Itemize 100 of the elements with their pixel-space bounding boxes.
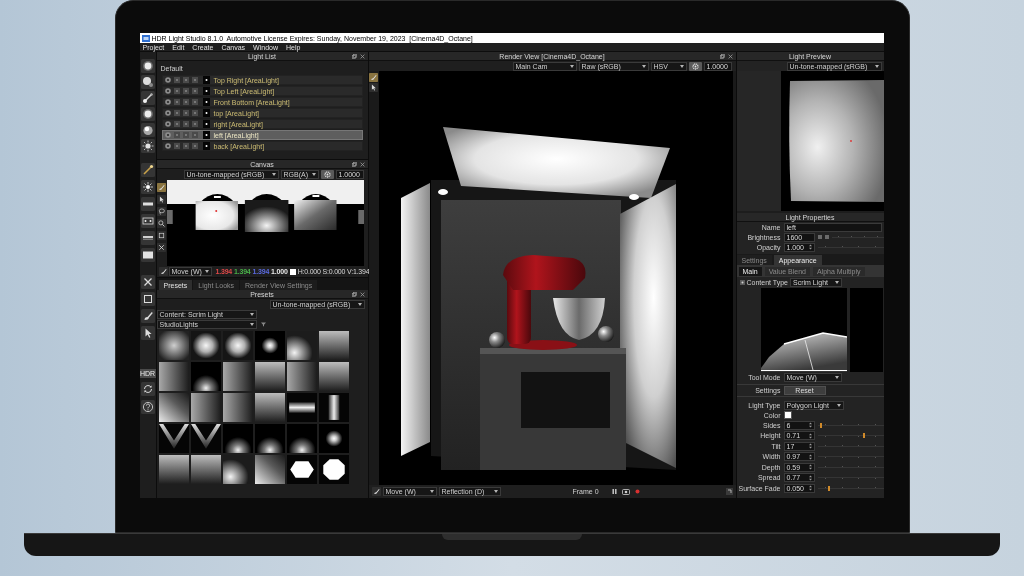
dotted-panel-icon[interactable] — [140, 214, 155, 228]
preset-thumbnail[interactable] — [158, 362, 189, 391]
toggle-square-icon[interactable] — [173, 121, 180, 127]
toggle-square-icon[interactable] — [191, 99, 198, 105]
cross-icon[interactable] — [157, 243, 166, 252]
pause-icon[interactable] — [610, 488, 618, 495]
preset-thumbnail[interactable] — [286, 331, 317, 360]
preset-thumbnail[interactable] — [318, 393, 349, 422]
close-icon[interactable] — [359, 53, 365, 59]
cross-icon[interactable] — [140, 275, 155, 289]
toggle-square-icon[interactable] — [182, 77, 189, 83]
cursor-icon[interactable] — [369, 83, 378, 92]
preset-thumbnail[interactable] — [190, 424, 221, 453]
color-swatch[interactable] — [783, 411, 792, 419]
spinner-icon[interactable] — [808, 432, 812, 439]
preset-thumbnail[interactable] — [222, 331, 253, 360]
glowing-orb-icon[interactable] — [140, 123, 155, 137]
slider-track[interactable] — [817, 484, 884, 492]
sun-icon[interactable] — [140, 139, 155, 153]
toggle-square-icon[interactable] — [173, 77, 180, 83]
preset-thumbnail[interactable] — [158, 424, 189, 453]
float-window-icon[interactable] — [719, 53, 725, 59]
preset-thumbnail[interactable] — [318, 331, 349, 360]
wand-icon[interactable] — [140, 163, 155, 177]
gear-icon[interactable] — [320, 170, 334, 179]
preset-thumbnail[interactable] — [286, 455, 317, 484]
slider-handle[interactable] — [863, 433, 866, 439]
starburst-icon[interactable] — [140, 180, 155, 194]
spinner-icon[interactable] — [808, 485, 812, 492]
toggle-square-icon[interactable] — [191, 143, 198, 149]
corner-arrow-icon[interactable] — [725, 488, 733, 495]
toggle-square-icon[interactable] — [182, 99, 189, 105]
toggle-square-icon[interactable] — [191, 110, 198, 116]
lasso-icon[interactable] — [157, 207, 166, 216]
slider-handle[interactable] — [820, 422, 823, 428]
toggle-square-icon[interactable] — [182, 88, 189, 94]
preset-thumbnail[interactable] — [286, 393, 317, 422]
square-icon[interactable] — [157, 231, 166, 240]
spinner-icon[interactable] — [808, 443, 812, 450]
toggle-square-icon[interactable] — [173, 143, 180, 149]
gear-icon[interactable] — [688, 61, 702, 71]
funnel-icon[interactable] — [260, 321, 266, 327]
preset-thumbnail[interactable] — [286, 362, 317, 391]
toggle-square-icon[interactable] — [173, 99, 180, 105]
toggle-square-icon[interactable] — [182, 121, 189, 127]
preset-thumbnail[interactable] — [254, 455, 285, 484]
toggle-square-icon[interactable] — [191, 121, 198, 127]
bar-icon[interactable] — [140, 197, 155, 211]
brush-icon[interactable] — [158, 267, 168, 276]
float-window-icon[interactable] — [351, 291, 357, 297]
toggle-square-icon[interactable] — [191, 132, 198, 138]
spinner-icon[interactable] — [808, 474, 812, 481]
camera-icon[interactable] — [621, 488, 630, 495]
preset-thumbnail[interactable] — [190, 455, 221, 484]
float-window-icon[interactable] — [351, 53, 357, 59]
toggle-square-icon[interactable] — [173, 132, 180, 138]
preset-thumbnail[interactable] — [222, 455, 253, 484]
preset-thumbnail[interactable] — [318, 455, 349, 484]
slider-handle[interactable] — [827, 485, 830, 491]
spinner-icon[interactable] — [808, 453, 812, 460]
close-icon[interactable] — [359, 161, 365, 167]
toggle-square-icon[interactable] — [191, 88, 198, 94]
cursor-icon[interactable] — [157, 195, 166, 204]
close-icon[interactable] — [359, 291, 365, 297]
refresh-icon[interactable] — [140, 382, 155, 396]
glowing-orb-icon[interactable] — [140, 59, 155, 73]
toggle-square-icon[interactable] — [173, 88, 180, 94]
cursor-icon[interactable] — [140, 326, 155, 340]
toggle-square-icon[interactable] — [182, 132, 189, 138]
square-icon[interactable] — [140, 292, 155, 306]
preset-thumbnail[interactable] — [222, 362, 253, 391]
rectangle-icon[interactable] — [140, 248, 155, 262]
spinner-icon[interactable] — [808, 244, 812, 250]
search-icon[interactable] — [157, 219, 166, 228]
slider-track[interactable] — [817, 421, 884, 429]
wand-icon[interactable] — [140, 91, 155, 105]
preset-thumbnail[interactable] — [158, 331, 189, 360]
preset-thumbnail[interactable] — [158, 455, 189, 484]
help-icon[interactable] — [140, 400, 155, 414]
toggle-square-icon[interactable] — [182, 110, 189, 116]
spinner-icon[interactable] — [808, 464, 812, 471]
bar-icon[interactable] — [140, 231, 155, 245]
brush-icon[interactable] — [371, 487, 381, 496]
glowing-orb-icon[interactable] — [140, 75, 155, 89]
preset-thumbnail[interactable] — [222, 393, 253, 422]
toggle-square-icon[interactable] — [191, 77, 198, 83]
brush-icon[interactable] — [140, 309, 155, 323]
preset-thumbnail[interactable] — [254, 393, 285, 422]
toggle-square-icon[interactable] — [173, 110, 180, 116]
slider-track[interactable] — [817, 432, 884, 440]
preset-thumbnail[interactable] — [254, 362, 285, 391]
close-icon[interactable] — [727, 53, 733, 59]
toggle-square-icon[interactable] — [182, 143, 189, 149]
float-window-icon[interactable] — [351, 161, 357, 167]
glowing-orb-icon[interactable] — [140, 107, 155, 121]
preset-thumbnail[interactable] — [190, 393, 221, 422]
preset-thumbnail[interactable] — [158, 393, 189, 422]
spinner-icon[interactable] — [808, 422, 812, 429]
preset-thumbnail[interactable] — [190, 331, 221, 360]
record-dot-icon[interactable] — [634, 489, 640, 494]
